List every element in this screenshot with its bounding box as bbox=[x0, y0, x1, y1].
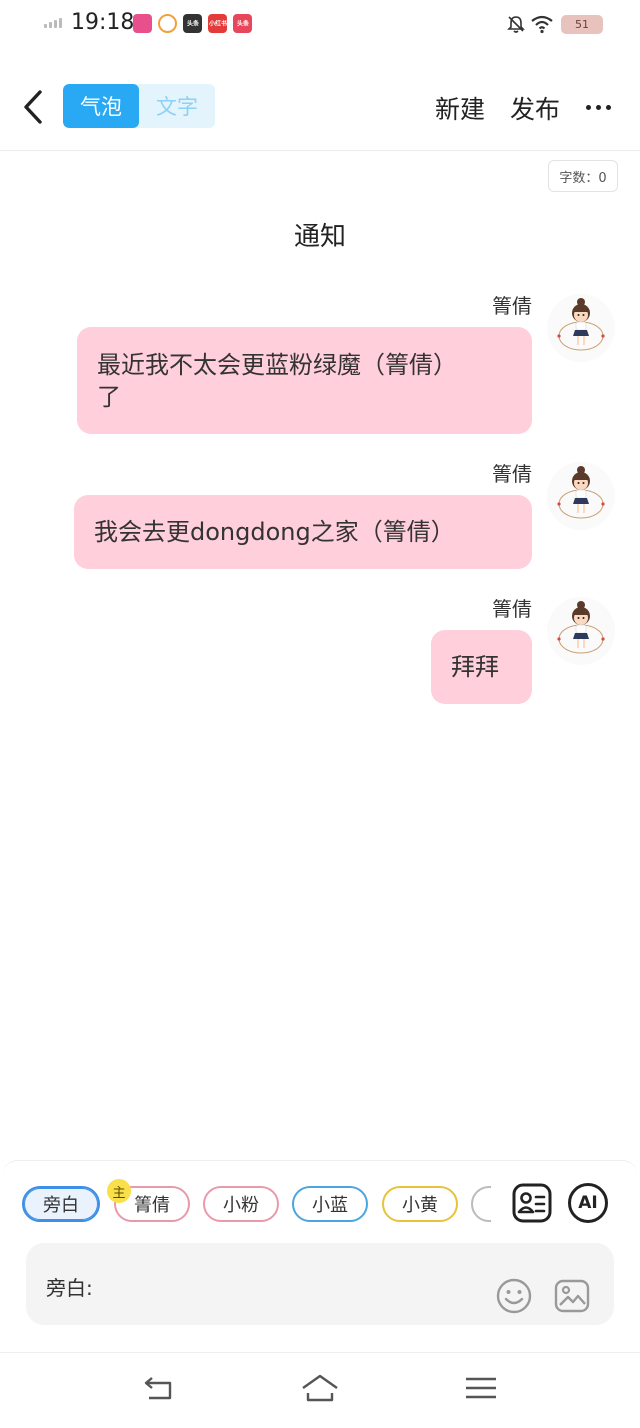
girl-avatar-icon bbox=[557, 466, 605, 519]
signal-icon bbox=[44, 18, 62, 28]
sender-name: 箐倩 bbox=[492, 294, 532, 318]
xiaohongshu-app-icon: 小红书 bbox=[208, 14, 227, 33]
status-bar: 19:18 头条 小红书 头条 51 bbox=[0, 0, 640, 50]
tab-text[interactable]: 文字 bbox=[139, 84, 215, 128]
notification-app-icons: 头条 小红书 头条 bbox=[133, 14, 252, 33]
battery-level: 51 bbox=[575, 18, 589, 31]
wifi-icon bbox=[531, 15, 553, 34]
role-chip-xiaofen[interactable]: 小粉 bbox=[203, 1186, 279, 1222]
message-bubble[interactable]: 最近我不太会更蓝粉绿魔（箐倩） 了 bbox=[77, 327, 532, 434]
top-app-bar: 气泡 文字 新建 发布 bbox=[0, 60, 640, 151]
battery-indicator: 51 bbox=[561, 15, 603, 34]
app-icon-label: 头条 bbox=[236, 20, 249, 27]
role-chip-label: 小粉 bbox=[223, 1195, 259, 1216]
new-button[interactable]: 新建 bbox=[435, 90, 485, 126]
role-chip-label: 旁白 bbox=[43, 1195, 79, 1216]
input-role-label: 旁白: bbox=[46, 1276, 93, 1300]
tab-bubble[interactable]: 气泡 bbox=[63, 84, 139, 128]
bell-off-icon bbox=[507, 16, 525, 33]
bilibili-app-icon bbox=[133, 14, 152, 33]
role-chip-label: 小蓝 bbox=[312, 1195, 348, 1216]
publish-button[interactable]: 发布 bbox=[510, 90, 560, 126]
main-role-badge: 主 bbox=[107, 1179, 131, 1203]
message-bubble[interactable]: 我会去更dongdong之家（箐倩） bbox=[74, 495, 532, 569]
role-chip-label: 小黄 bbox=[402, 1195, 438, 1216]
emoji-icon[interactable] bbox=[495, 1277, 533, 1315]
image-icon[interactable] bbox=[553, 1277, 591, 1315]
avatar[interactable] bbox=[547, 462, 615, 530]
status-time: 19:18 bbox=[71, 10, 135, 35]
sender-name: 箐倩 bbox=[492, 597, 532, 621]
role-manage-icon[interactable] bbox=[512, 1183, 552, 1223]
message-line: 最近我不太会更蓝粉绿魔（箐倩） bbox=[97, 351, 457, 379]
back-arrow-icon[interactable] bbox=[20, 88, 46, 126]
message-line: 我会去更dongdong之家（箐倩） bbox=[94, 518, 455, 546]
role-chip-narrator[interactable]: 旁白 bbox=[22, 1186, 100, 1222]
message-bubble[interactable]: 拜拜 bbox=[431, 630, 532, 704]
back-nav-icon[interactable] bbox=[140, 1370, 180, 1406]
ai-button-label: AI bbox=[578, 1193, 598, 1213]
sender-name: 箐倩 bbox=[492, 462, 532, 486]
avatar[interactable] bbox=[547, 294, 615, 362]
ai-button[interactable]: AI bbox=[568, 1183, 608, 1223]
toutiao-red-app-icon: 头条 bbox=[233, 14, 252, 33]
mode-toggle: 气泡 文字 bbox=[63, 84, 215, 128]
more-options-icon[interactable] bbox=[586, 105, 611, 110]
message-line: 了 bbox=[97, 383, 121, 411]
message-line: 拜拜 bbox=[451, 653, 499, 681]
avatar[interactable] bbox=[547, 597, 615, 665]
video-app-icon bbox=[158, 14, 177, 33]
word-count-badge: 字数：0 bbox=[548, 160, 618, 192]
girl-avatar-icon bbox=[557, 298, 605, 351]
role-chip-xiaohuang[interactable]: 小黄 bbox=[382, 1186, 458, 1222]
role-chip-partial[interactable] bbox=[471, 1186, 491, 1222]
toutiao-app-icon: 头条 bbox=[183, 14, 202, 33]
girl-avatar-icon bbox=[557, 601, 605, 654]
menu-nav-icon[interactable] bbox=[461, 1370, 501, 1406]
app-icon-label: 头条 bbox=[186, 20, 199, 27]
role-chip-label: 箐倩 bbox=[134, 1195, 170, 1216]
story-title[interactable]: 通知 bbox=[0, 216, 640, 253]
app-icon-label: 小红书 bbox=[208, 20, 227, 27]
home-nav-icon[interactable] bbox=[300, 1370, 340, 1406]
role-chip-xiaolan[interactable]: 小蓝 bbox=[292, 1186, 368, 1222]
